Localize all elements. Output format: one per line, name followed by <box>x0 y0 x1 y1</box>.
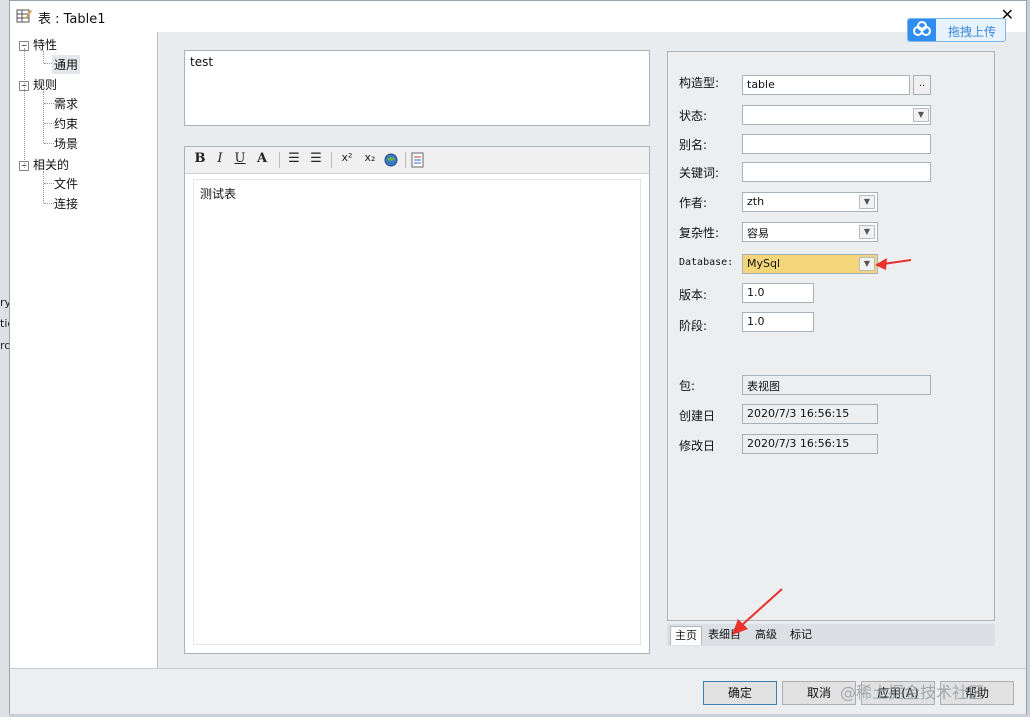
status-select[interactable] <box>742 105 931 125</box>
category-tree: − 特性 通用 − 规则 需求 约束 场景 − 相关的 文件 连接 <box>10 32 158 668</box>
chevron-down-icon[interactable]: ▼ <box>859 195 875 209</box>
keywords-field[interactable] <box>742 162 931 182</box>
cloud-icon <box>908 19 936 41</box>
superscript-button[interactable]: x² <box>338 151 356 169</box>
upload-label: 拖拽上传 <box>948 25 997 39</box>
notes-text-area[interactable]: 测试表 <box>193 179 641 645</box>
numbered-list-icon[interactable]: ☰ <box>307 151 325 169</box>
tree-item-scenarios[interactable]: 场景 <box>54 135 78 152</box>
stereotype-browse-button[interactable]: .. <box>913 75 931 95</box>
drag-upload-button[interactable]: 拖拽上传 <box>907 18 1006 42</box>
background-text: tic <box>0 317 9 330</box>
phase-label: 阶段: <box>679 319 708 333</box>
complexity-label: 复杂性: <box>679 226 720 240</box>
red-arrow-annotation <box>732 588 783 635</box>
tree-node-rules[interactable]: − 规则 <box>19 76 57 93</box>
modified-label: 修改日 <box>679 439 716 453</box>
tree-node-related[interactable]: − 相关的 <box>19 156 69 173</box>
alias-label: 别名: <box>679 138 708 152</box>
summary-textbox[interactable]: test <box>184 50 650 126</box>
created-label: 创建日 <box>679 409 716 423</box>
properties-tabs: 主页 表细目 高级 标记 <box>667 624 995 646</box>
title-bar: 表 : Table1 ✕ <box>10 1 1026 32</box>
tab-main[interactable]: 主页 <box>670 626 702 645</box>
package-label: 包: <box>679 379 696 393</box>
modified-field: 2020/7/3 16:56:15 <box>742 434 878 454</box>
keywords-label: 关键词: <box>679 166 720 180</box>
background-text: ro <box>0 339 9 352</box>
alias-field[interactable] <box>742 134 931 154</box>
tab-tags[interactable]: 标记 <box>786 626 816 644</box>
bullet-list-icon[interactable]: ☰ <box>285 151 303 169</box>
complexity-select[interactable]: 容易 <box>742 222 878 242</box>
tree-node-features[interactable]: − 特性 <box>19 36 57 53</box>
package-field: 表视图 <box>742 375 931 395</box>
italic-button[interactable]: I <box>213 151 227 169</box>
created-field: 2020/7/3 16:56:15 <box>742 404 878 424</box>
version-field[interactable]: 1.0 <box>742 283 814 303</box>
collapse-icon[interactable]: − <box>19 161 29 171</box>
stereotype-field[interactable]: table <box>742 75 910 95</box>
notes-editor: B I U A ☰ ☰ x² x₂ 测试表 <box>184 146 650 654</box>
status-label: 状态: <box>679 109 708 123</box>
background-app-strip <box>0 0 9 717</box>
window-title: 表 : Table1 <box>38 12 106 27</box>
bold-button[interactable]: B <box>193 151 207 169</box>
background-text: ry <box>0 296 9 309</box>
version-label: 版本: <box>679 288 708 302</box>
collapse-icon[interactable]: − <box>19 41 29 51</box>
tree-item-requirements[interactable]: 需求 <box>54 95 78 112</box>
table-properties-icon <box>16 9 32 23</box>
underline-button[interactable]: U <box>233 151 247 169</box>
stereotype-label: 构造型: <box>679 76 720 90</box>
hyperlink-globe-icon[interactable] <box>383 151 399 169</box>
author-label: 作者: <box>679 196 708 210</box>
ok-button[interactable]: 确定 <box>703 681 777 705</box>
watermark: @稀土掘金技术社区 <box>840 683 985 702</box>
subscript-button[interactable]: x₂ <box>361 151 379 169</box>
properties-dialog: 表 : Table1 ✕ 拖拽上传 − 特性 通用 − 规则 需求 约束 场景 − 相… <box>9 0 1027 714</box>
tree-item-general[interactable]: 通用 <box>52 55 81 74</box>
document-icon[interactable] <box>411 151 425 169</box>
properties-panel: 构造型: table .. 状态: ▼ 别名: 关键词: 作者: zth ▼ 复… <box>667 51 995 621</box>
tree-item-links[interactable]: 连接 <box>54 195 78 212</box>
database-label: Database: <box>679 257 734 268</box>
collapse-icon[interactable]: − <box>19 81 29 91</box>
tree-item-files[interactable]: 文件 <box>54 175 78 192</box>
tree-item-constraints[interactable]: 约束 <box>54 115 78 132</box>
font-color-icon[interactable]: A <box>253 151 271 169</box>
chevron-down-icon[interactable]: ▼ <box>859 225 875 239</box>
formatting-toolbar: B I U A ☰ ☰ x² x₂ <box>185 147 649 174</box>
database-select[interactable]: MySql <box>742 254 878 274</box>
phase-field[interactable]: 1.0 <box>742 312 814 332</box>
chevron-down-icon[interactable]: ▼ <box>913 108 929 122</box>
author-select[interactable]: zth <box>742 192 878 212</box>
red-arrow-annotation <box>875 258 912 270</box>
